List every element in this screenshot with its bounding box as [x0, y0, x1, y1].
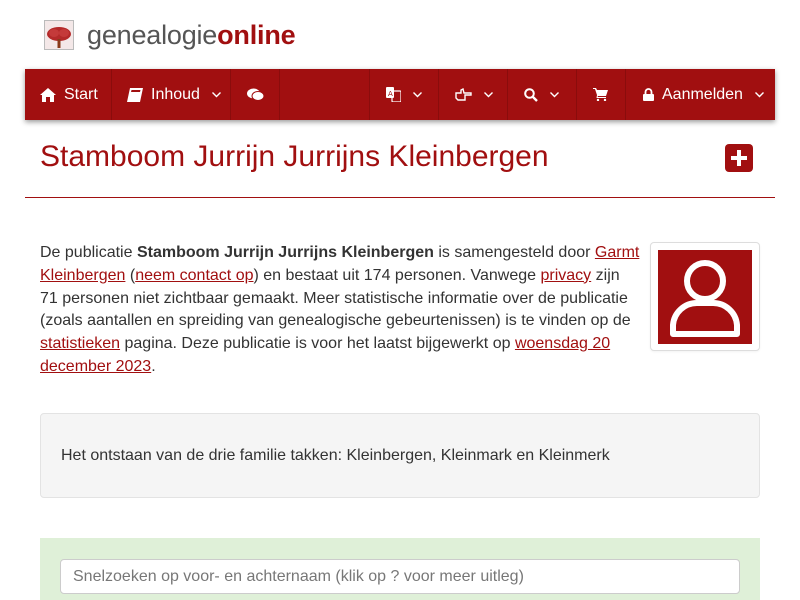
chevron-down-icon: [754, 91, 764, 97]
description-text: Het ontstaan van de drie familie takken:…: [61, 446, 610, 464]
svg-text:A: A: [388, 90, 393, 98]
translate-icon: A: [386, 87, 401, 102]
intro-text: (: [125, 266, 136, 284]
nav-actions[interactable]: [439, 69, 508, 120]
chevron-down-icon: [413, 91, 422, 97]
search-icon: [524, 87, 538, 102]
intro-text: ) en bestaat uit 174 personen. Vanwege: [253, 266, 541, 284]
plus-icon: [731, 150, 747, 166]
intro-text: .: [151, 357, 156, 375]
main-navbar: Start Inhoud A Aanmelden: [25, 69, 775, 120]
chevron-down-icon: [211, 91, 221, 97]
quick-search-input[interactable]: [60, 559, 740, 594]
chevron-down-icon: [484, 91, 493, 97]
nav-login[interactable]: Aanmelden: [626, 69, 775, 120]
lock-icon: [643, 88, 654, 101]
nav-language[interactable]: A: [370, 69, 439, 120]
privacy-link[interactable]: privacy: [541, 267, 592, 284]
nav-login-label: Aanmelden: [662, 85, 743, 103]
home-icon: [40, 87, 56, 102]
statistics-link[interactable]: statistieken: [40, 335, 120, 352]
cart-icon: [593, 88, 608, 101]
nav-spacer: [280, 69, 370, 120]
chevron-down-icon: [550, 91, 559, 97]
avatar[interactable]: [650, 242, 760, 351]
nav-shop[interactable]: [577, 69, 626, 120]
publication-name: Stamboom Jurrijn Jurrijns Kleinbergen: [136, 244, 434, 261]
book-icon: [127, 87, 143, 102]
nav-inhoud-label: Inhoud: [151, 85, 200, 103]
nav-start-label: Start: [64, 85, 98, 103]
site-header: genealogieonline: [44, 17, 296, 53]
comments-icon: [247, 88, 264, 101]
page-title: Stamboom Jurrijn Jurrijns Kleinbergen: [40, 140, 549, 173]
nav-search[interactable]: [508, 69, 577, 120]
brand-text-part1: genealogie: [87, 19, 218, 50]
nav-inhoud[interactable]: Inhoud: [112, 69, 231, 120]
brand-text-part2: online: [217, 19, 296, 50]
quick-search-panel: [40, 538, 760, 600]
publication-intro: De publicatie Stamboom Jurrijn Jurrijns …: [40, 242, 640, 379]
intro-text: pagina. Deze publicatie is voor het laat…: [120, 335, 515, 353]
intro-text: De publicatie: [40, 244, 137, 261]
expand-button[interactable]: [725, 144, 753, 172]
nav-forum[interactable]: [231, 69, 280, 120]
contact-link[interactable]: neem contact op: [135, 267, 253, 284]
hand-pointer-icon: [455, 88, 472, 101]
publication-description: Het ontstaan van de drie familie takken:…: [40, 413, 760, 498]
brand-logo[interactable]: genealogieonline: [87, 19, 296, 51]
nav-start[interactable]: Start: [25, 69, 112, 120]
user-avatar-icon: [658, 250, 752, 344]
tree-icon[interactable]: [44, 20, 74, 50]
intro-text: is samengesteld door: [433, 244, 595, 261]
title-row: Stamboom Jurrijn Jurrijns Kleinbergen: [25, 130, 775, 198]
